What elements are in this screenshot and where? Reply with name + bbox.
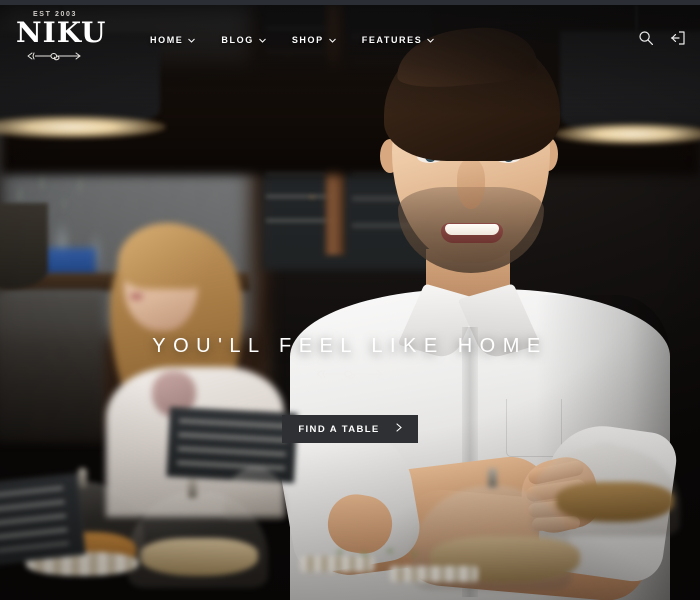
woman-hair-front xyxy=(118,223,214,289)
arrow-flourish-icon xyxy=(16,49,94,68)
pastry-wrapper-2 xyxy=(390,566,478,582)
pastry-5 xyxy=(556,482,674,522)
pendant-lamp-shade-left-lower xyxy=(0,203,48,289)
nav-item-label: SHOP xyxy=(291,35,324,45)
arrow-flourish-icon xyxy=(0,366,700,387)
woman-lips xyxy=(130,293,143,300)
site-header: EST 2003 NIKU HOME BLOG SHOP FEATURES xyxy=(0,5,700,75)
find-a-table-button[interactable]: FIND A TABLE xyxy=(282,415,418,443)
man-teeth xyxy=(445,224,499,235)
search-icon[interactable] xyxy=(638,30,654,51)
pastry-wrapper-1 xyxy=(300,556,374,572)
nav-item-label: FEATURES xyxy=(361,35,423,45)
cake-dome-knob-2 xyxy=(188,478,197,498)
pastry-3 xyxy=(140,538,258,576)
cake-dome-knob-3 xyxy=(488,468,497,488)
cta-label: FIND A TABLE xyxy=(298,423,380,435)
nav-item-features[interactable]: FEATURES xyxy=(362,35,435,45)
chevron-down-icon xyxy=(258,35,266,45)
chevron-down-icon xyxy=(427,35,435,45)
logo-brand-name: NIKU xyxy=(16,16,107,49)
login-icon[interactable] xyxy=(670,30,686,51)
cake-dome-knob-1 xyxy=(78,468,87,488)
hero-stage: EST 2003 NIKU HOME BLOG SHOP FEATURES YO… xyxy=(0,5,700,600)
main-navigation: HOME BLOG SHOP FEATURES xyxy=(150,5,435,75)
nav-item-blog[interactable]: BLOG xyxy=(221,35,266,45)
header-actions xyxy=(638,5,686,75)
nav-item-home[interactable]: HOME xyxy=(150,35,196,45)
browser-top-bar xyxy=(0,0,700,5)
hero-section: YOU'LL FEEL LIKE HOME FIND A TABLE xyxy=(0,335,700,443)
chevron-down-icon xyxy=(328,35,336,45)
chevron-right-icon xyxy=(396,423,402,435)
nav-item-label: HOME xyxy=(150,35,184,45)
site-logo[interactable]: EST 2003 NIKU xyxy=(16,11,107,68)
hero-headline: YOU'LL FEEL LIKE HOME xyxy=(152,335,548,357)
pastry-counter-foreground xyxy=(0,406,700,600)
nav-item-shop[interactable]: SHOP xyxy=(292,35,336,45)
man-nose xyxy=(457,159,485,209)
chalkboard-price-text-1 xyxy=(0,486,69,552)
chevron-down-icon xyxy=(188,35,196,45)
nav-item-label: BLOG xyxy=(221,35,254,45)
